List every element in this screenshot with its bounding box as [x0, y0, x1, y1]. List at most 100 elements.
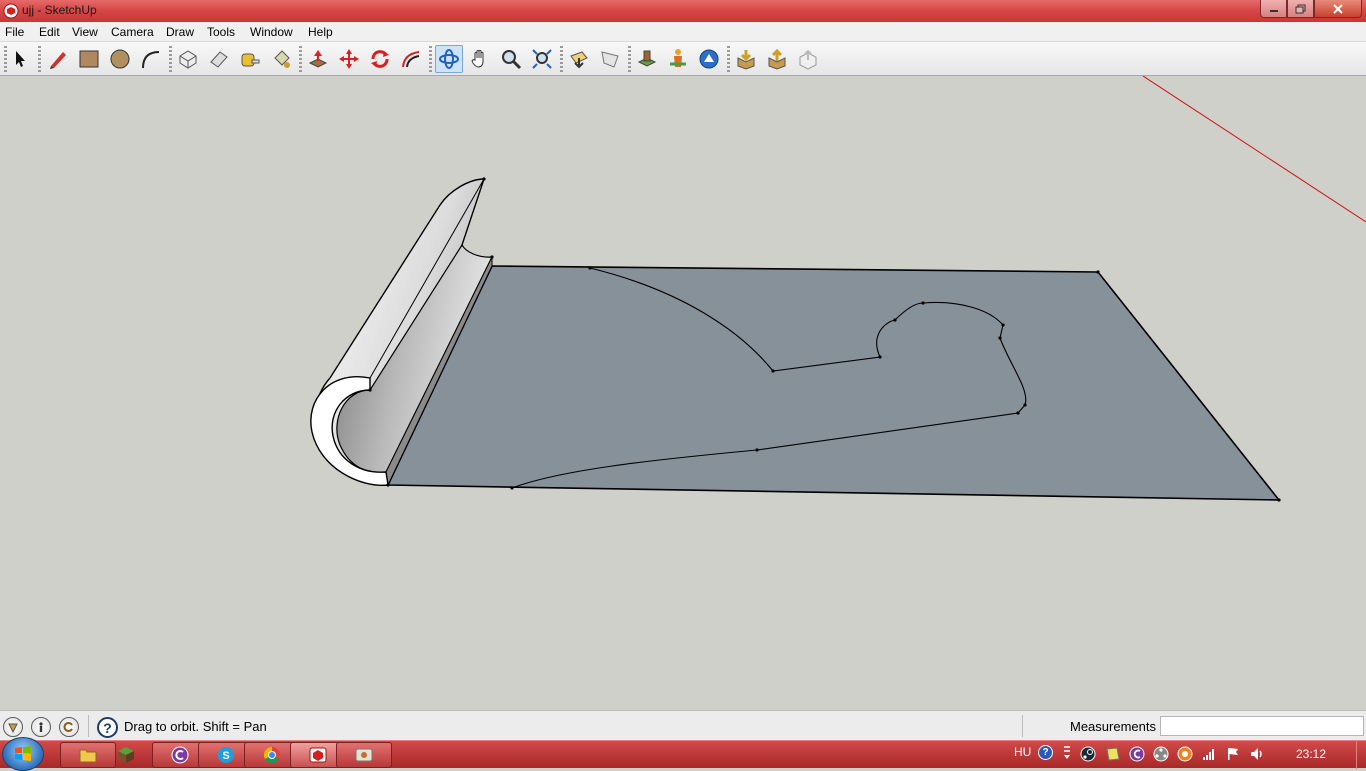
- toolbar-grip[interactable]: [628, 46, 631, 72]
- arc-tool-button[interactable]: [137, 45, 165, 73]
- menu-bar: File Edit View Camera Draw Tools Window …: [0, 22, 1366, 42]
- taskbar-minecraft[interactable]: [100, 742, 152, 768]
- tape-measure-button[interactable]: [236, 45, 264, 73]
- close-button[interactable]: [1314, 0, 1362, 18]
- toolbar-grip[interactable]: [560, 46, 563, 72]
- restore-icon: [1295, 4, 1306, 13]
- taskbar-app-folder[interactable]: [336, 742, 392, 768]
- get-warehouse-button[interactable]: [732, 45, 760, 73]
- pencil-icon: [50, 52, 66, 69]
- menu-draw[interactable]: Draw: [166, 25, 194, 39]
- circle-tool-button[interactable]: [106, 45, 134, 73]
- offset-icon: [402, 51, 420, 68]
- toolbar-grip[interactable]: [169, 46, 172, 72]
- eraser-tool-button[interactable]: [205, 45, 233, 73]
- app-window-icon: [355, 748, 373, 762]
- sketchup-app-icon[interactable]: [3, 3, 19, 19]
- offset-tool-button[interactable]: [397, 45, 425, 73]
- notes-icon[interactable]: [1105, 746, 1121, 762]
- signal-bars-icon[interactable]: [1201, 746, 1217, 762]
- paint-bucket-icon: [274, 50, 290, 68]
- c-app-icon: [171, 746, 189, 764]
- skype-icon: S: [218, 747, 234, 763]
- zoom-extents-button[interactable]: [528, 45, 556, 73]
- menu-window[interactable]: Window: [250, 25, 293, 39]
- geo-location-icon[interactable]: [3, 717, 23, 737]
- menu-help[interactable]: Help: [308, 25, 333, 39]
- push-pull-icon: [308, 50, 328, 68]
- help-icon[interactable]: ?: [97, 717, 118, 738]
- network-hub-icon[interactable]: [1153, 746, 1169, 762]
- menu-camera[interactable]: Camera: [111, 25, 154, 39]
- tray-expand-icon[interactable]: [1062, 745, 1072, 761]
- minimize-icon: [1269, 9, 1278, 12]
- globe-icon: [699, 49, 719, 69]
- rectangle-icon: [79, 50, 99, 68]
- menu-file[interactable]: File: [5, 25, 24, 39]
- menu-tools[interactable]: Tools: [207, 25, 235, 39]
- share-component-button[interactable]: [794, 45, 822, 73]
- volume-icon[interactable]: [1249, 746, 1265, 762]
- tape-measure-icon: [241, 53, 260, 67]
- eraser-icon: [210, 51, 228, 68]
- rectangle-tool-button[interactable]: [75, 45, 103, 73]
- orbit-tool-button[interactable]: [435, 45, 463, 73]
- push-pull-button[interactable]: [304, 45, 332, 73]
- share-model-button[interactable]: [763, 45, 791, 73]
- get-models-button[interactable]: [633, 45, 661, 73]
- credits-icon[interactable]: [31, 717, 51, 737]
- rotate-tool-button[interactable]: [366, 45, 394, 73]
- start-button[interactable]: [2, 737, 44, 771]
- move-tool-button[interactable]: [335, 45, 363, 73]
- sketchup-icon: [309, 747, 327, 763]
- add-location-button[interactable]: [664, 45, 692, 73]
- minimize-button[interactable]: [1260, 0, 1287, 18]
- c-tray-icon[interactable]: [1129, 746, 1145, 762]
- steam-icon[interactable]: [1080, 746, 1096, 762]
- status-bar: ? Drag to orbit. Shift = Pan Measurement…: [0, 710, 1366, 740]
- move-arrows-icon: [339, 49, 359, 69]
- close-icon: [1333, 3, 1343, 14]
- maximize-button[interactable]: [1287, 0, 1314, 18]
- measurements-input[interactable]: [1160, 716, 1364, 736]
- zoom-tool-button[interactable]: [497, 45, 525, 73]
- share-component-icon: [799, 49, 817, 70]
- line-tool-button[interactable]: [44, 45, 72, 73]
- magnifier-icon: [502, 50, 522, 70]
- make-component-button[interactable]: [174, 45, 202, 73]
- action-center-flag-icon[interactable]: [1225, 746, 1241, 762]
- avast-icon[interactable]: [1177, 746, 1193, 762]
- sheet-face[interactable]: [386, 265, 1281, 501]
- title-bar: ujj - SketchUp: [0, 0, 1366, 22]
- toolbar-grip[interactable]: [727, 46, 730, 72]
- zoom-extents-icon: [532, 49, 552, 69]
- circle-icon: [110, 49, 130, 69]
- folder-icon: [79, 749, 97, 763]
- menu-view[interactable]: View: [72, 25, 98, 39]
- copyright-icon[interactable]: [59, 717, 79, 737]
- arc-icon: [142, 51, 160, 69]
- chrome-icon: [263, 746, 280, 764]
- building-icon: [637, 50, 657, 67]
- select-tool-button[interactable]: [6, 45, 34, 73]
- toolbar-grip[interactable]: [299, 46, 302, 72]
- grass-block-icon: [118, 747, 134, 763]
- download-box-icon: [737, 50, 755, 70]
- next-view-button[interactable]: [596, 45, 624, 73]
- previous-view-icon: [570, 51, 588, 69]
- previous-view-button[interactable]: [565, 45, 593, 73]
- google-earth-button[interactable]: [695, 45, 723, 73]
- paint-bucket-button[interactable]: [267, 45, 295, 73]
- red-axis-line: [1142, 76, 1366, 223]
- drawing-viewport[interactable]: [0, 76, 1366, 710]
- pan-tool-button[interactable]: [466, 45, 494, 73]
- status-divider: [88, 715, 89, 737]
- show-desktop-button[interactable]: [1356, 741, 1366, 769]
- model-canvas[interactable]: [0, 76, 1366, 710]
- language-indicator[interactable]: HU: [1014, 745, 1031, 759]
- toolbar-grip[interactable]: [38, 46, 41, 72]
- menu-edit[interactable]: Edit: [39, 25, 60, 39]
- toolbar-grip[interactable]: [429, 46, 432, 72]
- tray-help-icon[interactable]: ?: [1038, 745, 1053, 760]
- taskbar-clock[interactable]: 23:12: [1296, 747, 1326, 761]
